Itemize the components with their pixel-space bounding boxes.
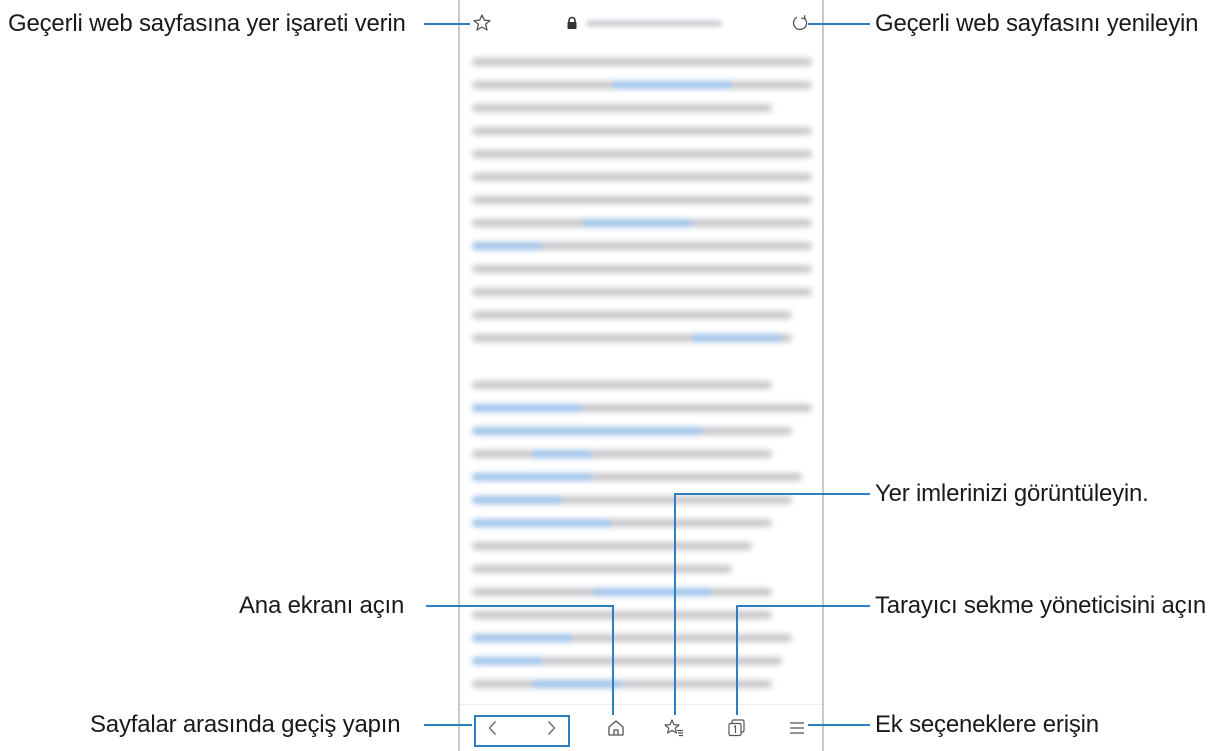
blurred-link-text [592,588,712,596]
blurred-text-line [472,427,792,435]
tabs-icon[interactable] [726,717,748,739]
callout-refresh-page: Geçerli web sayfasını yenileyin [875,10,1199,37]
blurred-text-line [472,334,792,342]
blurred-text-line [472,519,772,527]
blurred-text-line [472,496,792,504]
blurred-link-text [612,81,732,89]
star-icon[interactable] [472,13,492,33]
blurred-link-text [472,519,612,527]
blurred-text-line [472,588,772,596]
blurred-text-line [472,450,772,458]
blurred-text-line [472,196,812,204]
leader-line-refresh-page [808,23,870,25]
leader-line-view-bookmarks-h [674,493,870,495]
menu-icon[interactable] [786,717,808,739]
url-field[interactable] [566,16,726,30]
blurred-text-line [472,473,802,481]
leader-line-bookmark-page [424,23,470,25]
blurred-link-text [472,427,702,435]
callout-more-options: Ek seçeneklere erişin [875,711,1099,738]
blurred-url-text [586,20,722,27]
back-arrow-icon[interactable] [482,717,504,739]
refresh-icon[interactable] [790,13,810,33]
blurred-text-line [472,680,772,688]
address-bar [460,0,822,46]
leader-line-open-home-v [612,605,614,715]
blurred-text-line [472,634,792,642]
leader-line-more-options [808,724,870,726]
blurred-link-text [692,334,782,342]
blurred-text-line [472,150,812,158]
blurred-link-text [472,473,592,481]
blurred-text-line [472,265,812,273]
blurred-link-text [472,496,562,504]
blurred-text-line [472,611,772,619]
blurred-link-text [472,657,542,665]
blurred-link-text [472,242,542,250]
blurred-link-text [472,634,572,642]
blurred-text-line [472,81,812,89]
blurred-text-line [472,173,812,181]
browser-screen [458,0,824,751]
blurred-text-line [472,404,812,412]
blurred-text-line [472,219,812,227]
blurred-text-line [472,242,812,250]
home-icon[interactable] [605,717,627,739]
leader-line-navigate-pages [424,724,472,726]
blurred-text-line [472,311,792,319]
blurred-link-text [532,450,592,458]
leader-line-tab-manager-v [736,605,738,715]
callout-open-home: Ana ekranı açın [239,592,405,619]
leader-line-open-home-h [426,605,614,607]
blurred-link-text [532,680,622,688]
blurred-text-line [472,288,812,296]
callout-tab-manager: Tarayıcı sekme yöneticisini açın [875,592,1207,619]
blurred-text-line [472,565,732,573]
callout-navigate-pages: Sayfalar arasında geçiş yapın [90,711,401,738]
forward-arrow-icon[interactable] [540,717,562,739]
blurred-text-line [472,127,812,135]
leader-line-tab-manager-h [736,605,870,607]
blurred-text-line [472,542,752,550]
leader-line-view-bookmarks-v [674,493,676,715]
blurred-link-text [472,404,582,412]
blurred-text-line [472,104,772,112]
callout-view-bookmarks: Yer imlerinizi görüntüleyin. [875,480,1149,507]
blurred-text-line [472,58,812,66]
bottom-toolbar [460,704,822,751]
lock-icon [566,16,578,30]
bookmarks-icon[interactable] [663,717,685,739]
callout-bookmark-page: Geçerli web sayfasına yer işareti verin [8,10,406,37]
blurred-text-line [472,381,772,389]
blurred-link-text [582,219,692,227]
